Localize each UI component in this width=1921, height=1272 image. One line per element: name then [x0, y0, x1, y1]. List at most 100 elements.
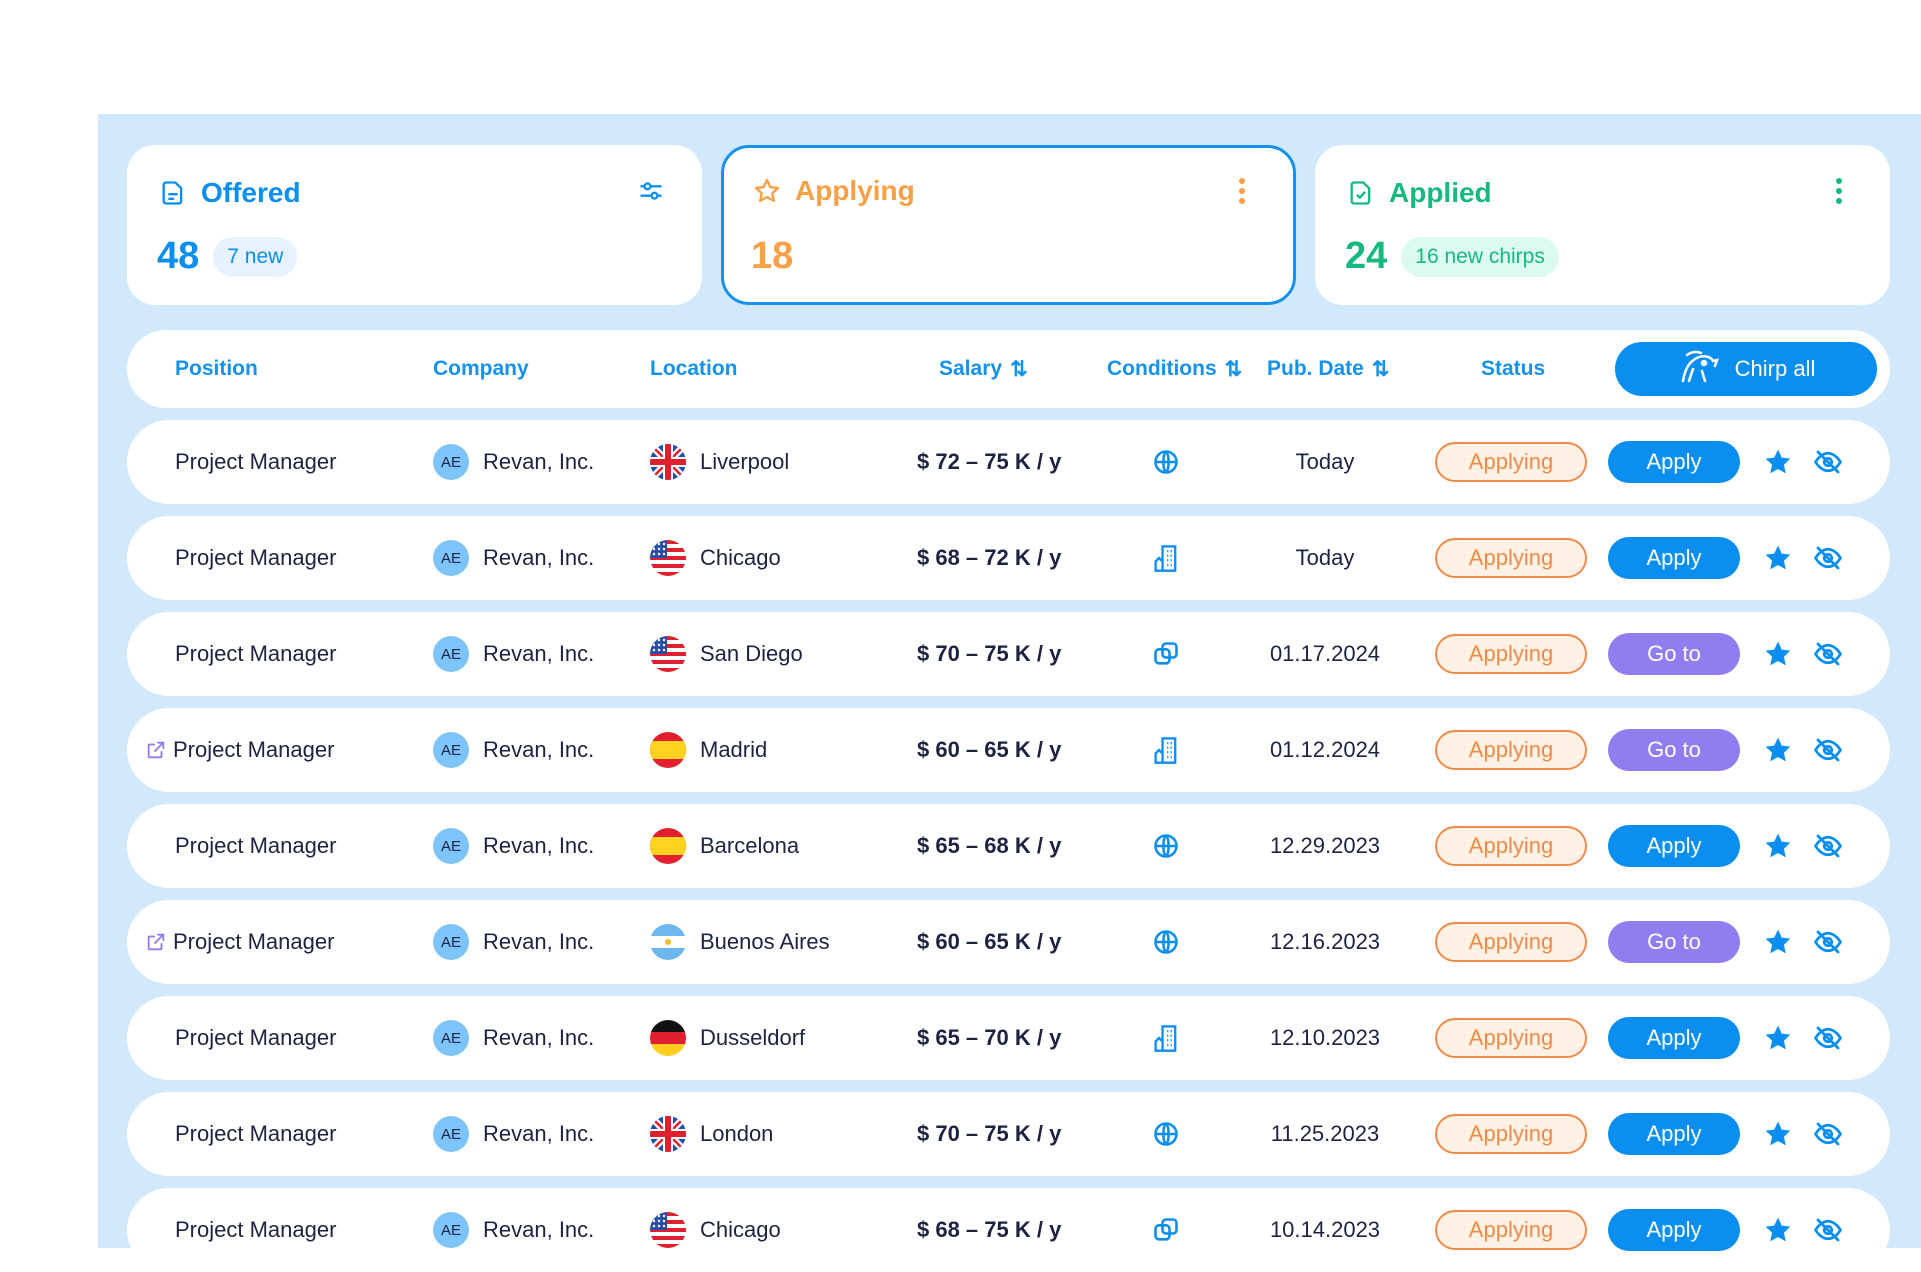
location-cell: Chicago — [650, 516, 781, 600]
hide-icon[interactable] — [1813, 612, 1843, 696]
flag-es-icon — [650, 732, 686, 768]
action-cell: Go to — [1608, 612, 1740, 696]
more-button[interactable] — [1227, 175, 1257, 211]
table-row[interactable]: Project Manager AE Revan, Inc. Chicago $ … — [127, 1188, 1890, 1272]
header-conditions[interactable]: Conditions ⇅ — [1107, 330, 1242, 408]
position-cell[interactable]: Project Manager — [173, 900, 334, 984]
header-status[interactable]: Status — [1481, 330, 1545, 408]
star-icon[interactable] — [1763, 516, 1793, 600]
position-label: Project Manager — [175, 1217, 337, 1242]
header-pub-date[interactable]: Pub. Date ⇅ — [1267, 330, 1389, 408]
position-cell[interactable]: Project Manager — [175, 516, 336, 600]
hide-icon[interactable] — [1813, 1188, 1843, 1272]
status-badge[interactable]: Applying — [1435, 1210, 1587, 1250]
apply-button[interactable]: Apply — [1608, 1113, 1740, 1155]
sort-icon[interactable]: ⇅ — [1225, 357, 1243, 382]
position-cell[interactable]: Project Manager — [175, 1188, 336, 1272]
sort-icon[interactable]: ⇅ — [1010, 357, 1028, 382]
table-row[interactable]: Project Manager AE Revan, Inc. London $ 7… — [127, 1092, 1890, 1176]
apply-button[interactable]: Apply — [1608, 537, 1740, 579]
status-badge[interactable]: Applying — [1435, 538, 1587, 578]
hide-icon[interactable] — [1813, 804, 1843, 888]
card-applying[interactable]: Applying 18 — [721, 145, 1296, 305]
hide-icon[interactable] — [1813, 1092, 1843, 1176]
hide-icon[interactable] — [1813, 420, 1843, 504]
position-cell[interactable]: Project Manager — [173, 708, 334, 792]
card-applied[interactable]: Applied 24 16 new chirps — [1315, 145, 1890, 305]
apply-button[interactable]: Apply — [1608, 1209, 1740, 1251]
position-cell[interactable]: Project Manager — [175, 1092, 336, 1176]
external-link-icon[interactable] — [145, 708, 167, 792]
position-label: Project Manager — [175, 641, 337, 666]
status-badge[interactable]: Applying — [1435, 442, 1587, 482]
apply-button[interactable]: Apply — [1608, 1017, 1740, 1059]
action-cell: Go to — [1608, 708, 1740, 792]
go-to-button[interactable]: Go to — [1608, 633, 1740, 675]
bird-icon — [1677, 349, 1721, 389]
location-name: London — [700, 1121, 774, 1146]
go-to-button[interactable]: Go to — [1608, 921, 1740, 963]
star-icon[interactable] — [1763, 420, 1793, 504]
table-row[interactable]: Project Manager AE Revan, Inc. Barcelona … — [127, 804, 1890, 888]
more-button[interactable] — [1824, 175, 1854, 211]
status-badge[interactable]: Applying — [1435, 634, 1587, 674]
table-row[interactable]: Project Manager AE Revan, Inc. Liverpool … — [127, 420, 1890, 504]
position-cell[interactable]: Project Manager — [175, 804, 336, 888]
star-icon[interactable] — [1763, 1188, 1793, 1272]
flag-us-icon — [650, 1212, 686, 1248]
header-position[interactable]: Position — [175, 330, 258, 408]
table-row[interactable]: Project Manager AE Revan, Inc. Buenos Air… — [127, 900, 1890, 984]
position-cell[interactable]: Project Manager — [175, 612, 336, 696]
position-cell[interactable]: Project Manager — [175, 996, 336, 1080]
status-badge[interactable]: Applying — [1435, 730, 1587, 770]
star-icon[interactable] — [1763, 996, 1793, 1080]
star-outline-icon — [753, 177, 781, 205]
external-link-icon[interactable] — [145, 900, 167, 984]
status-badge[interactable]: Applying — [1435, 1114, 1587, 1154]
flag-ar-icon — [650, 924, 686, 960]
status-badge[interactable]: Applying — [1435, 826, 1587, 866]
company-name: Revan, Inc. — [483, 1217, 595, 1242]
location-cell: Dusseldorf — [650, 996, 805, 1080]
table-row[interactable]: Project Manager AE Revan, Inc. Chicago $ … — [127, 516, 1890, 600]
position-cell[interactable]: Project Manager — [175, 420, 336, 504]
company-name: Revan, Inc. — [483, 1121, 595, 1146]
status-cell: Applying — [1435, 900, 1587, 984]
sort-icon[interactable]: ⇅ — [1372, 357, 1390, 382]
location-name: Dusseldorf — [700, 1025, 806, 1050]
document-check-icon — [1347, 179, 1375, 207]
salary-cell: $ 65 – 70 K / y — [917, 996, 1061, 1080]
apply-button[interactable]: Apply — [1608, 825, 1740, 867]
status-badge[interactable]: Applying — [1435, 922, 1587, 962]
star-icon[interactable] — [1763, 900, 1793, 984]
card-offered[interactable]: Offered 48 7 new — [127, 145, 702, 305]
hide-icon[interactable] — [1813, 516, 1843, 600]
star-icon[interactable] — [1763, 804, 1793, 888]
hide-icon[interactable] — [1813, 708, 1843, 792]
company-cell: AE Revan, Inc. — [433, 612, 594, 696]
star-icon[interactable] — [1763, 612, 1793, 696]
hide-icon[interactable] — [1813, 996, 1843, 1080]
star-icon[interactable] — [1763, 1092, 1793, 1176]
date-cell: 12.29.2023 — [1260, 804, 1390, 888]
salary-cell: $ 70 – 75 K / y — [917, 1092, 1061, 1176]
action-cell: Apply — [1608, 1092, 1740, 1176]
company-name: Revan, Inc. — [483, 449, 595, 474]
location-cell: Madrid — [650, 708, 767, 792]
new-chirps-badge: 16 new chirps — [1401, 236, 1559, 277]
pub-date: 10.14.2023 — [1269, 1217, 1381, 1242]
status-badge[interactable]: Applying — [1435, 1018, 1587, 1058]
filter-button[interactable] — [636, 175, 666, 211]
header-company[interactable]: Company — [433, 330, 529, 408]
go-to-button[interactable]: Go to — [1608, 729, 1740, 771]
hide-icon[interactable] — [1813, 900, 1843, 984]
location-name: San Diego — [700, 641, 803, 666]
table-row[interactable]: Project Manager AE Revan, Inc. Madrid $ 6… — [127, 708, 1890, 792]
header-salary[interactable]: Salary ⇅ — [939, 330, 1028, 408]
star-icon[interactable] — [1763, 708, 1793, 792]
table-row[interactable]: Project Manager AE Revan, Inc. San Diego … — [127, 612, 1890, 696]
chirp-all-button[interactable]: Chirp all — [1615, 342, 1877, 396]
header-location[interactable]: Location — [650, 330, 738, 408]
table-row[interactable]: Project Manager AE Revan, Inc. Dusseldorf… — [127, 996, 1890, 1080]
apply-button[interactable]: Apply — [1608, 441, 1740, 483]
